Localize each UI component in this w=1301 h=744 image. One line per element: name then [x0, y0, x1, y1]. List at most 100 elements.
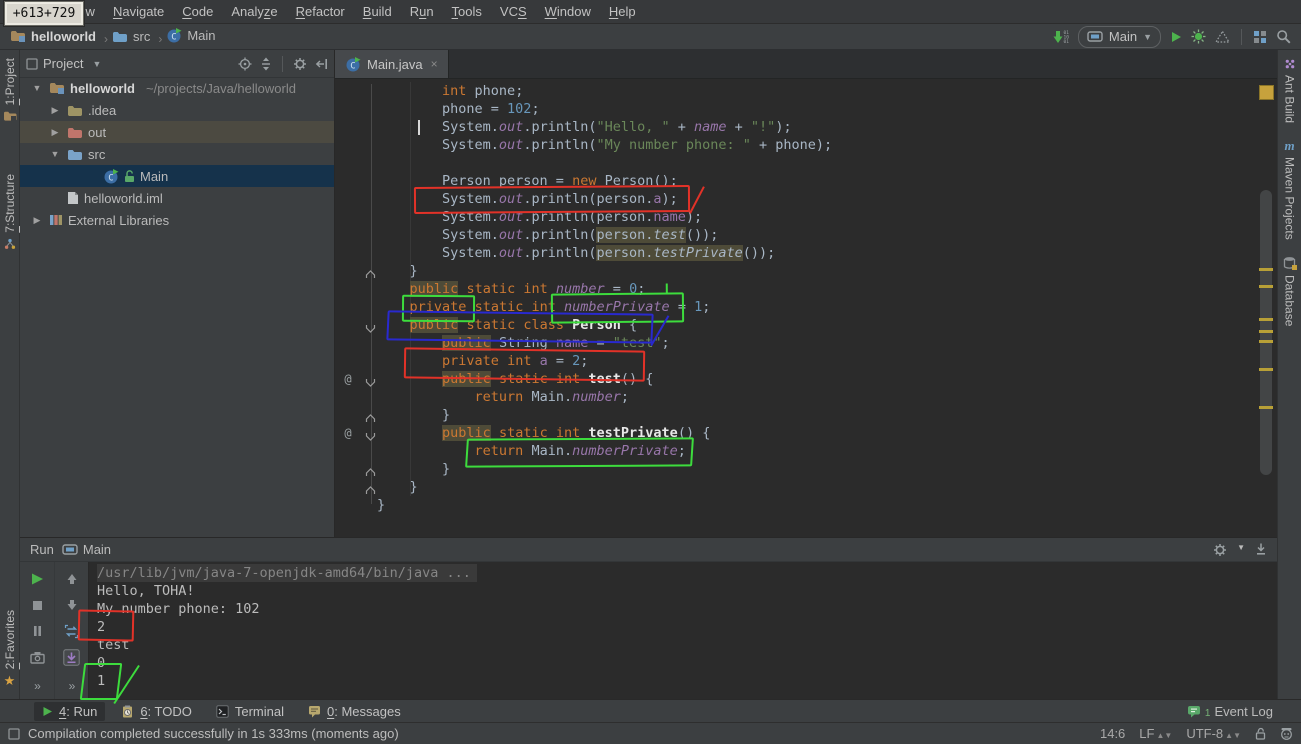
menu-analyze[interactable]: Analyze — [222, 4, 286, 19]
menu-help[interactable]: Help — [600, 4, 645, 19]
tree-item-main[interactable]: CMain — [20, 165, 334, 187]
more-icon[interactable]: » — [34, 679, 40, 693]
expand-open-icon[interactable]: ▼ — [30, 83, 44, 93]
tool-window-tab-6-todo[interactable]: 6: TODO — [113, 702, 200, 721]
locate-icon[interactable] — [238, 57, 252, 71]
code-line-3: System.out.println("Hello, " + name + "!… — [335, 118, 1257, 136]
up-icon[interactable] — [66, 568, 78, 590]
tool-stripe-label: Database — [1283, 275, 1297, 326]
tool-stripe-project[interactable]: 1:Project — [0, 50, 19, 130]
libraries-icon — [49, 213, 63, 227]
iml-file-icon — [67, 191, 79, 205]
run-tool-window: Run Main ▼ » » /usr/lib/jvm/java-7-openj… — [20, 537, 1277, 699]
fold-end-icon[interactable] — [365, 464, 376, 474]
favorites-star-icon: ★ — [4, 674, 16, 687]
splitter-icon[interactable] — [260, 57, 272, 71]
down-icon[interactable] — [66, 594, 78, 616]
unlock-icon[interactable] — [1255, 727, 1266, 740]
tree-item-helloworld-iml[interactable]: helloworld.iml — [20, 187, 334, 209]
folder-icon — [112, 30, 128, 43]
project-panel-header: Project ▼ — [20, 50, 334, 78]
run-icon[interactable] — [1170, 31, 1182, 43]
status-bar-widgets: 14:6 LF▲▼ UTF-8▲▼ — [1100, 726, 1293, 741]
breadcrumb-item-helloworld[interactable]: helloworld — [10, 29, 96, 44]
right-tool-stripe: Ant BuildmMaven Projects Database — [1277, 50, 1301, 699]
tree-item-out[interactable]: ▶out — [20, 121, 334, 143]
expand-open-icon[interactable]: ▼ — [48, 149, 62, 159]
tree-item--idea[interactable]: ▶.idea — [20, 99, 334, 121]
hector-icon[interactable] — [1280, 727, 1293, 740]
fold-start-icon[interactable] — [365, 374, 376, 384]
inspection-status-square[interactable] — [1259, 85, 1274, 100]
debug-icon[interactable] — [1191, 29, 1206, 44]
breadcrumb-item-src[interactable]: src — [112, 29, 150, 44]
project-structure-icon[interactable] — [1253, 30, 1267, 44]
code-line-19: } — [335, 406, 1257, 424]
scroll-end-icon[interactable] — [63, 646, 80, 668]
dock-icon[interactable] — [1255, 543, 1267, 557]
fold-end-icon[interactable] — [365, 482, 376, 492]
vcs-update-icon[interactable]: 011001 — [1052, 30, 1069, 44]
menu-navigate[interactable]: Navigate — [104, 4, 173, 19]
editor-tab-main-java[interactable]: C Main.java × — [335, 50, 449, 78]
svg-text:C: C — [108, 174, 113, 184]
breadcrumb-item-main[interactable]: CMain — [166, 27, 215, 43]
tool-stripe-maven-projects[interactable]: mMaven Projects — [1278, 131, 1301, 248]
coverage-icon[interactable] — [1215, 30, 1230, 43]
expand-closed-icon[interactable]: ▶ — [30, 215, 44, 226]
event-log-button[interactable]: 1 Event Log — [1187, 704, 1273, 719]
search-icon[interactable] — [1276, 29, 1291, 44]
more-icon[interactable]: » — [69, 679, 75, 693]
tool-stripe-favorites[interactable]: 2:Favorites★ — [0, 602, 19, 695]
gear-icon[interactable] — [1213, 543, 1227, 557]
menu-window[interactable]: Window — [536, 4, 600, 19]
menu-code[interactable]: Code — [173, 4, 222, 19]
menu-refactor[interactable]: Refactor — [287, 4, 354, 19]
code-line-2: phone = 102; — [335, 100, 1257, 118]
toolwindow-switcher-icon[interactable] — [8, 728, 20, 740]
tool-window-tab-0-messages[interactable]: 0: Messages — [300, 702, 409, 721]
gear-icon[interactable] — [293, 57, 307, 71]
encoding-widget[interactable]: UTF-8▲▼ — [1186, 726, 1241, 741]
menu-bar: ViewNavigateCodeAnalyzeRefactorBuildRunT… — [0, 0, 1301, 24]
fold-end-icon[interactable] — [365, 410, 376, 420]
close-icon[interactable]: × — [431, 57, 438, 71]
annotation-gutter-icon[interactable]: @ — [341, 424, 355, 442]
code-line-10: System.out.println(person.testPrivate())… — [335, 244, 1257, 262]
tool-stripe-database[interactable]: Database — [1278, 248, 1301, 334]
code-editor-area[interactable]: int phone; phone = 102; System.out.print… — [335, 78, 1277, 537]
tree-item-label: helloworld.iml — [84, 191, 163, 206]
run-console[interactable]: /usr/lib/jvm/java-7-openjdk-amd64/bin/ja… — [88, 562, 1277, 699]
thread-dump-icon[interactable] — [30, 646, 45, 668]
project-panel-title[interactable]: Project — [43, 56, 83, 71]
line-separator-widget[interactable]: LF▲▼ — [1139, 726, 1172, 741]
menu-tools[interactable]: Tools — [443, 4, 491, 19]
pause-icon[interactable] — [32, 620, 43, 642]
fold-start-icon[interactable] — [365, 428, 376, 438]
tree-item-external-libraries[interactable]: ▶External Libraries — [20, 209, 334, 231]
expand-closed-icon[interactable]: ▶ — [48, 127, 62, 138]
menu-vcs[interactable]: VCS — [491, 4, 536, 19]
run-panel-tab-main[interactable]: Main — [62, 542, 111, 557]
chevron-down-icon[interactable]: ▼ — [92, 59, 101, 69]
annotation-gutter-icon[interactable]: @ — [341, 370, 355, 388]
stop-icon[interactable] — [32, 594, 43, 616]
caret-position-widget[interactable]: 14:6 — [1100, 726, 1125, 741]
menu-build[interactable]: Build — [354, 4, 401, 19]
tree-item-helloworld[interactable]: ▼helloworld~/projects/Java/helloworld — [20, 77, 334, 99]
fold-start-icon[interactable] — [365, 320, 376, 330]
tool-window-tab-4-run[interactable]: 4: Run — [34, 702, 105, 721]
tree-item-src[interactable]: ▼src — [20, 143, 334, 165]
tool-window-tab-terminal[interactable]: Terminal — [208, 702, 292, 721]
rerun-icon[interactable] — [30, 568, 44, 590]
tool-stripe-ant-build[interactable]: Ant Build — [1278, 50, 1301, 131]
project-folder-icon — [49, 81, 65, 95]
run-configuration-combo[interactable]: Main▼ — [1078, 26, 1161, 48]
menu-run[interactable]: Run — [401, 4, 443, 19]
fold-end-icon[interactable] — [365, 266, 376, 276]
main-toolbar: 011001 Main▼ — [1052, 26, 1291, 48]
tool-stripe-structure[interactable]: 7:Structure — [0, 166, 19, 258]
hide-icon[interactable] — [315, 58, 328, 70]
expand-closed-icon[interactable]: ▶ — [48, 105, 62, 116]
restore-layout-icon[interactable] — [64, 620, 79, 642]
